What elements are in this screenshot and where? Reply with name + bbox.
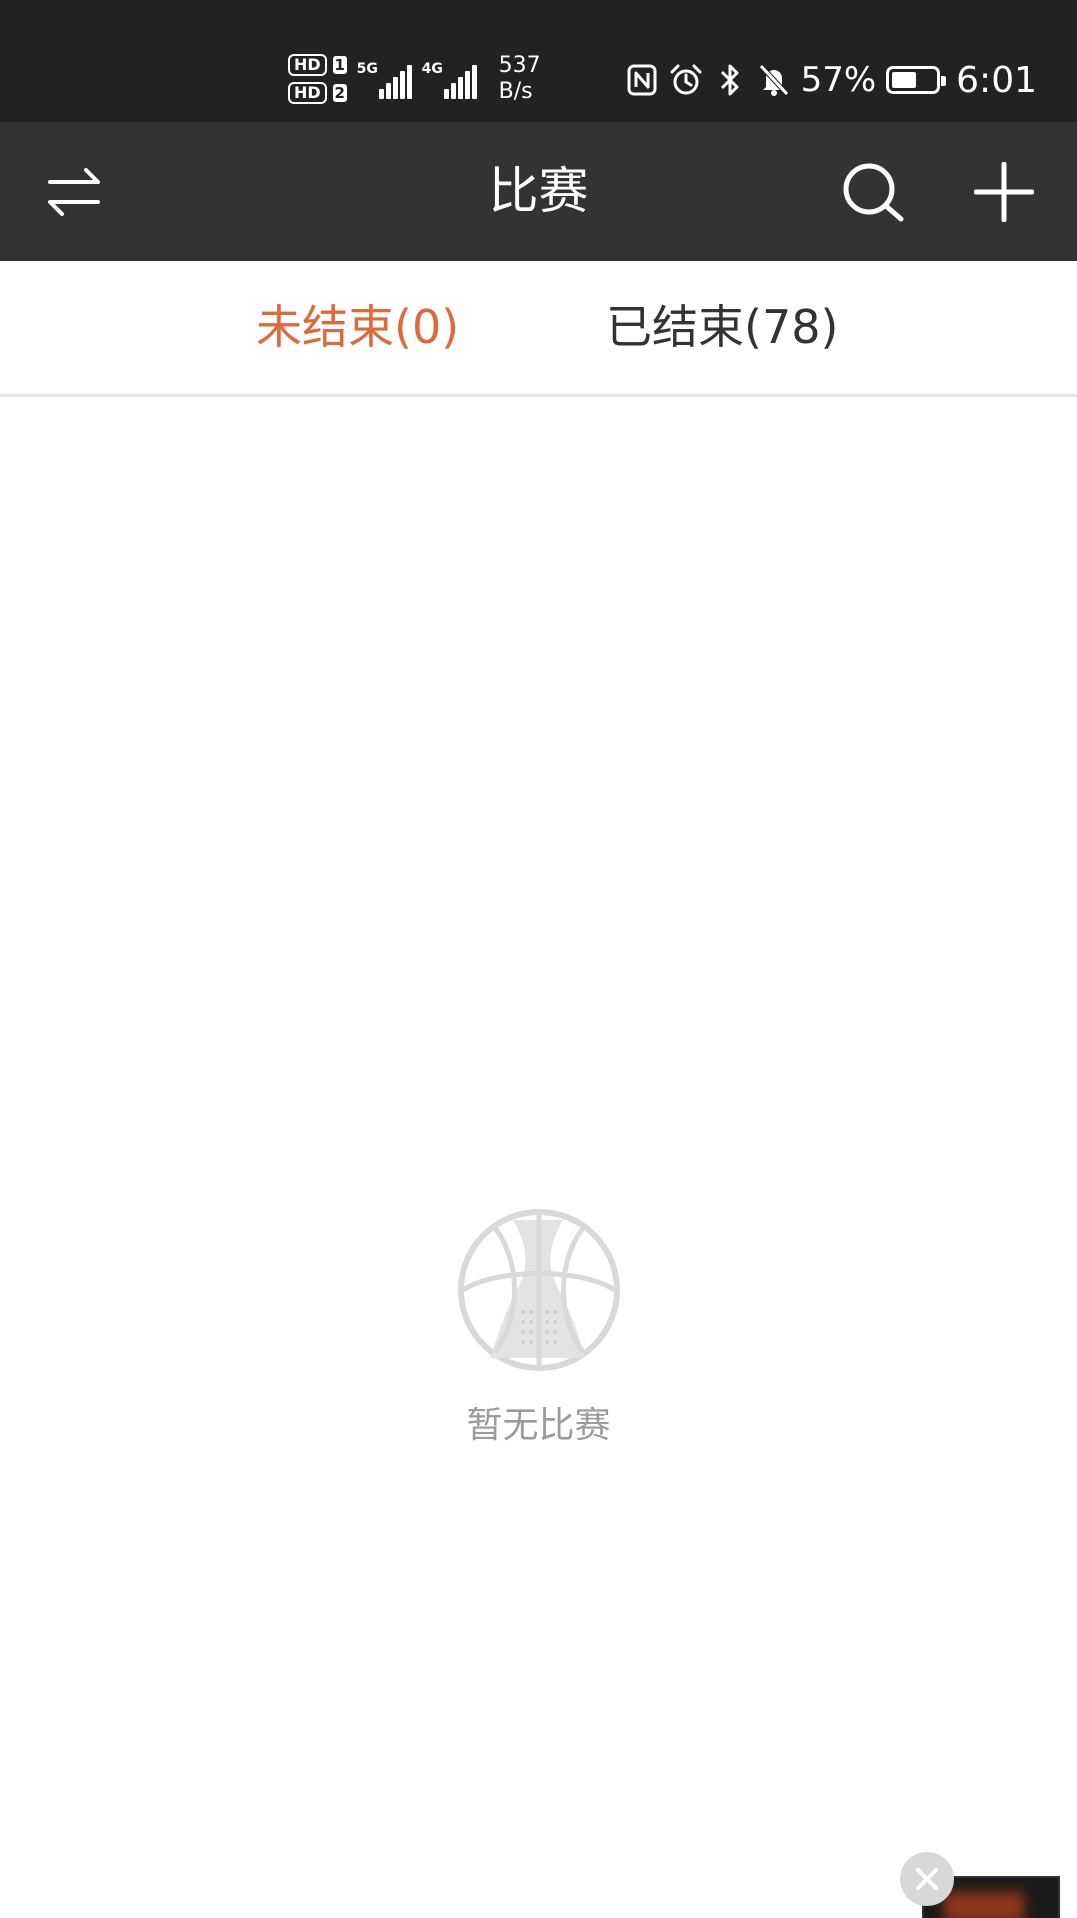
search-button[interactable] [824, 122, 924, 261]
signal-4g-icon: 4G [422, 59, 477, 99]
hd-voice-sim-2: HD 2 [288, 82, 347, 104]
close-floating-button[interactable] [900, 1852, 954, 1906]
hd-voice-indicators: HD 1 HD 2 [288, 54, 347, 104]
plus-icon [974, 161, 1034, 222]
mute-bell-icon [757, 63, 791, 97]
basketball-icon [457, 1209, 620, 1371]
status-bar-right: 57% 6:01 [625, 56, 1037, 104]
hd-badge: HD [288, 82, 327, 104]
battery-icon [886, 66, 947, 94]
empty-state: 暂无比赛 [0, 1208, 1077, 1448]
clock-time: 6:01 [956, 59, 1037, 101]
battery-fill [892, 72, 917, 88]
alarm-icon [669, 63, 703, 97]
empty-message: 暂无比赛 [466, 1405, 611, 1446]
signal-5g-icon: 5G [357, 59, 412, 99]
sim-number: 2 [332, 84, 347, 102]
app-bar: 比赛 [0, 122, 1077, 261]
status-bar: HD 1 HD 2 5G 4G 537 B/s 57% 6:01 [0, 0, 1077, 122]
match-tabs: 未结束(0) 已结束(78) [0, 261, 1077, 397]
add-button[interactable] [954, 122, 1054, 261]
bluetooth-icon [713, 63, 747, 97]
floating-widget [900, 1852, 1077, 1918]
battery-percentage: 57% [800, 60, 877, 100]
network-speed-unit: B/s [498, 79, 533, 104]
network-type-label: 5G [356, 61, 378, 77]
search-icon [843, 163, 904, 221]
nfc-icon [625, 63, 659, 97]
close-icon [916, 1868, 938, 1890]
hd-badge: HD [288, 54, 327, 76]
network-speed-value: 537 [498, 53, 541, 78]
tab-finished[interactable]: 已结束(78) [606, 261, 838, 394]
status-bar-left: HD 1 HD 2 5G 4G 537 B/s [288, 44, 541, 114]
sim-number: 1 [332, 56, 347, 74]
network-type-label: 4G [421, 61, 443, 77]
network-speed: 537 B/s [499, 53, 541, 105]
hd-voice-sim-1: HD 1 [288, 54, 347, 76]
tab-unfinished[interactable]: 未结束(0) [256, 261, 459, 394]
